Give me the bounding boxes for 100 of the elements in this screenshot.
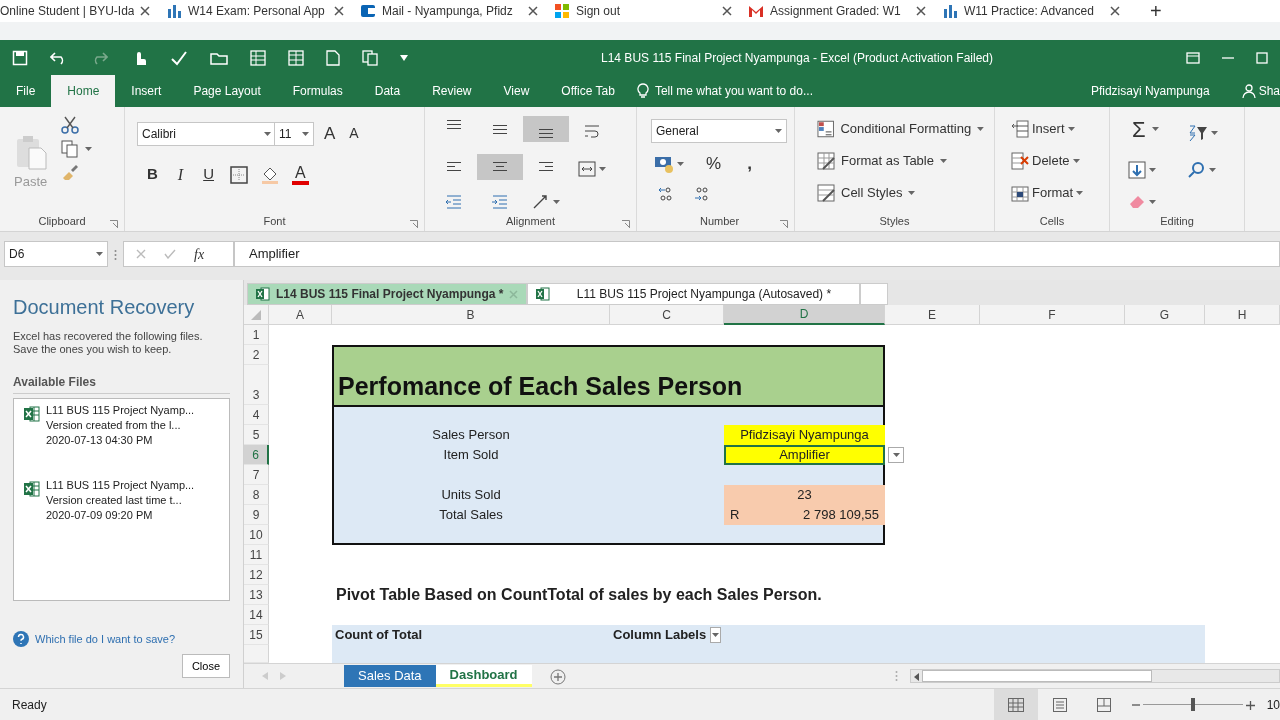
caret-icon[interactable]: [892, 453, 900, 457]
name-box[interactable]: D6: [4, 241, 108, 267]
tell-me-search[interactable]: Tell me what you want to do...: [651, 75, 816, 107]
horizontal-scrollbar[interactable]: [910, 669, 1280, 683]
style-menu-button[interactable]: Cell Styles: [813, 180, 988, 206]
lightbulb-icon[interactable]: [636, 83, 649, 99]
close-icon[interactable]: [722, 6, 732, 16]
formula-field[interactable]: Amplifier: [234, 241, 1280, 267]
caret-icon[interactable]: [1149, 199, 1156, 204]
close-icon[interactable]: [334, 6, 344, 16]
caret-icon[interactable]: [1067, 127, 1075, 131]
row-header[interactable]: 3: [244, 365, 269, 405]
zoom-in-icon[interactable]: [1245, 700, 1255, 710]
caret-icon[interactable]: [1072, 159, 1080, 163]
caret-icon[interactable]: [96, 252, 103, 256]
caret-icon[interactable]: [599, 167, 606, 172]
row-header[interactable]: 11: [244, 545, 269, 565]
ribbon-tab[interactable]: Insert: [115, 75, 178, 107]
ribbon-tab[interactable]: Home: [51, 75, 116, 107]
recovered-file[interactable]: L11 BUS 115 Project Nyamp... Version created from the l... 2020-07-13 04:30 PM: [14, 399, 229, 452]
italic-button[interactable]: I: [173, 160, 188, 189]
caret-icon[interactable]: [85, 147, 93, 151]
document-tab[interactable]: L14 BUS 115 Final Project Nyampunga *: [247, 283, 528, 305]
column-header[interactable]: C: [610, 305, 724, 325]
ribbon-tab[interactable]: Data: [358, 75, 417, 107]
ribbon-tab[interactable]: Formulas: [276, 75, 359, 107]
increase-decimal-icon[interactable]: [657, 184, 675, 203]
help-link[interactable]: Which file do I want to save?: [35, 631, 175, 648]
close-button[interactable]: Close: [181, 653, 230, 678]
font-size-field[interactable]: 11: [274, 121, 314, 146]
comma-button[interactable]: ,: [743, 149, 756, 179]
scissors-icon[interactable]: [61, 116, 80, 134]
caret-icon[interactable]: [1076, 191, 1084, 195]
caret-icon[interactable]: [553, 200, 560, 205]
sheet-heading[interactable]: Perfomance of Each Sales Person: [332, 365, 885, 405]
sheet-cell[interactable]: Sales Person: [332, 425, 610, 445]
cells-menu-button[interactable]: Insert: [1007, 116, 1103, 142]
person-icon[interactable]: [1241, 84, 1256, 98]
close-icon[interactable]: [528, 6, 538, 16]
border-icon[interactable]: [230, 165, 248, 184]
ribbon-tab[interactable]: Page Layout: [177, 75, 277, 107]
grow-font-button[interactable]: A: [320, 119, 340, 149]
align-bottom-button[interactable]: [523, 116, 569, 142]
dialog-launcher-icon[interactable]: [780, 220, 788, 229]
sort-filter-icon[interactable]: [1188, 123, 1208, 142]
wrap-text-icon[interactable]: [583, 122, 601, 141]
copy-icon[interactable]: [61, 140, 80, 158]
sheet-heading[interactable]: Pivot Table Based on CountTotal of sales by each Sales Person.: [332, 585, 1125, 605]
caret-icon[interactable]: [939, 159, 947, 163]
filter-dropdown[interactable]: [710, 627, 721, 643]
row-header[interactable]: 2: [244, 345, 269, 365]
close-icon[interactable]: [140, 6, 150, 16]
folder-icon[interactable]: [210, 50, 228, 65]
ribbon-tab[interactable]: Review: [416, 75, 488, 107]
cell-dropdown[interactable]: [888, 447, 904, 463]
sheet-cell[interactable]: Column Labels: [610, 625, 724, 645]
column-header[interactable]: H: [1205, 305, 1280, 325]
style-menu-button[interactable]: Conditional Formatting: [813, 116, 988, 142]
row-header[interactable]: 13: [244, 585, 269, 605]
ribbon-tab[interactable]: Office Tab: [545, 75, 631, 107]
autosum-button[interactable]: Σ: [1128, 116, 1188, 142]
page-break-icon[interactable]: [1096, 697, 1111, 712]
number-format-field[interactable]: General: [651, 119, 787, 143]
table-icon[interactable]: [288, 49, 304, 66]
caret-icon[interactable]: [302, 131, 309, 136]
shrink-font-button[interactable]: A: [345, 121, 363, 147]
style-menu-button[interactable]: Format as Table: [813, 148, 988, 174]
underline-button[interactable]: U: [199, 161, 218, 188]
row-header[interactable]: 12: [244, 565, 269, 585]
zoom-level[interactable]: 10: [1266, 695, 1280, 714]
maximize-icon[interactable]: [1256, 51, 1268, 64]
close-icon[interactable]: [1110, 6, 1120, 16]
column-header[interactable]: E: [885, 305, 980, 325]
row-header[interactable]: 10: [244, 525, 269, 545]
insert-function-button[interactable]: fx: [194, 243, 205, 265]
row-header[interactable]: 1: [244, 325, 269, 345]
column-header[interactable]: F: [980, 305, 1125, 325]
new-tab-button[interactable]: +: [1146, 0, 1166, 28]
caret-icon[interactable]: [775, 129, 782, 133]
sheet-cell[interactable]: Amplifier: [724, 445, 885, 465]
page-layout-icon[interactable]: [1052, 697, 1067, 712]
clipboard-icon[interactable]: [14, 134, 47, 171]
scroll-left-icon[interactable]: [914, 672, 919, 681]
caret-icon[interactable]: [264, 131, 271, 136]
zoom-thumb[interactable]: [1190, 698, 1195, 711]
sheet-cell[interactable]: Item Sold: [332, 445, 610, 465]
table-icon[interactable]: [250, 49, 266, 66]
merge-icon[interactable]: [578, 161, 596, 178]
sheet-tab[interactable]: Dashboard: [435, 665, 532, 687]
check-icon[interactable]: [170, 49, 188, 66]
row-header[interactable]: 9: [244, 505, 269, 525]
money-icon[interactable]: [654, 154, 674, 173]
align-center-button[interactable]: [477, 153, 523, 180]
caret-icon[interactable]: [712, 633, 720, 637]
share-button[interactable]: Sha: [1225, 75, 1280, 107]
close-icon[interactable]: [916, 6, 926, 16]
font-name-field[interactable]: Calibri: [137, 121, 276, 146]
row-header[interactable]: 5: [244, 425, 269, 445]
column-header[interactable]: A: [269, 305, 332, 325]
fill-down-icon[interactable]: [1128, 160, 1146, 179]
